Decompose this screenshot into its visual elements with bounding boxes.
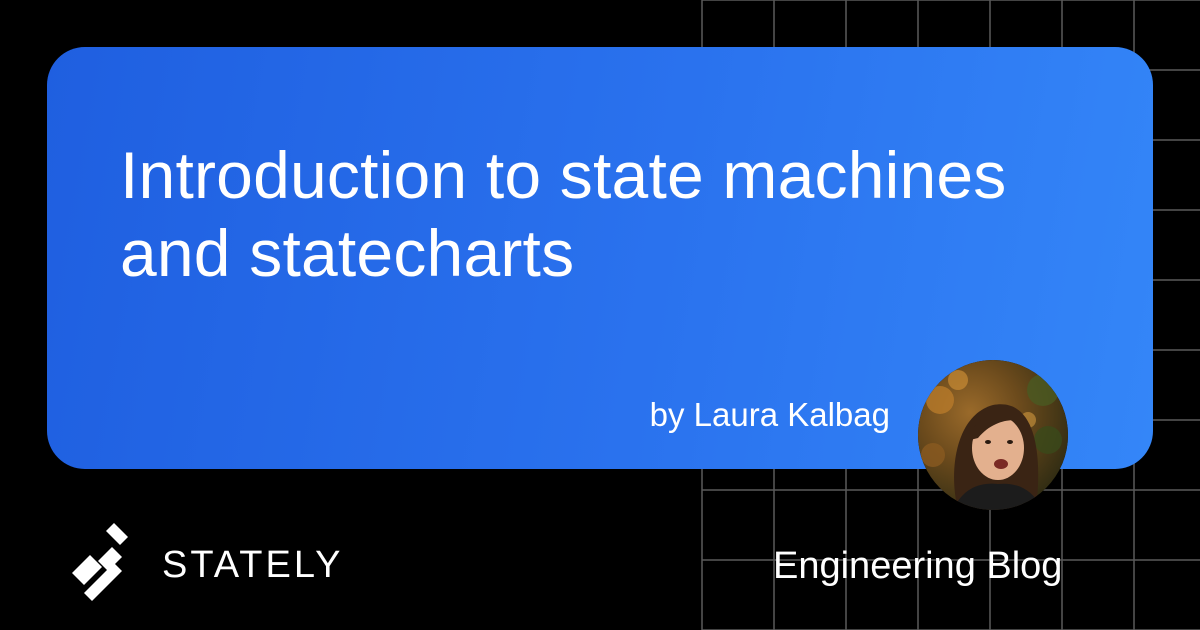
post-title: Introduction to state machines and state… bbox=[120, 138, 1007, 290]
author-photo-icon bbox=[918, 360, 1068, 510]
brand-name: STATELY bbox=[162, 544, 344, 586]
section-label: Engineering Blog bbox=[773, 545, 1063, 587]
stately-logo[interactable]: STATELY bbox=[68, 521, 343, 609]
author-byline: by Laura Kalbag bbox=[649, 396, 890, 433]
author-avatar bbox=[918, 360, 1068, 510]
stately-logo-icon bbox=[72, 523, 128, 601]
